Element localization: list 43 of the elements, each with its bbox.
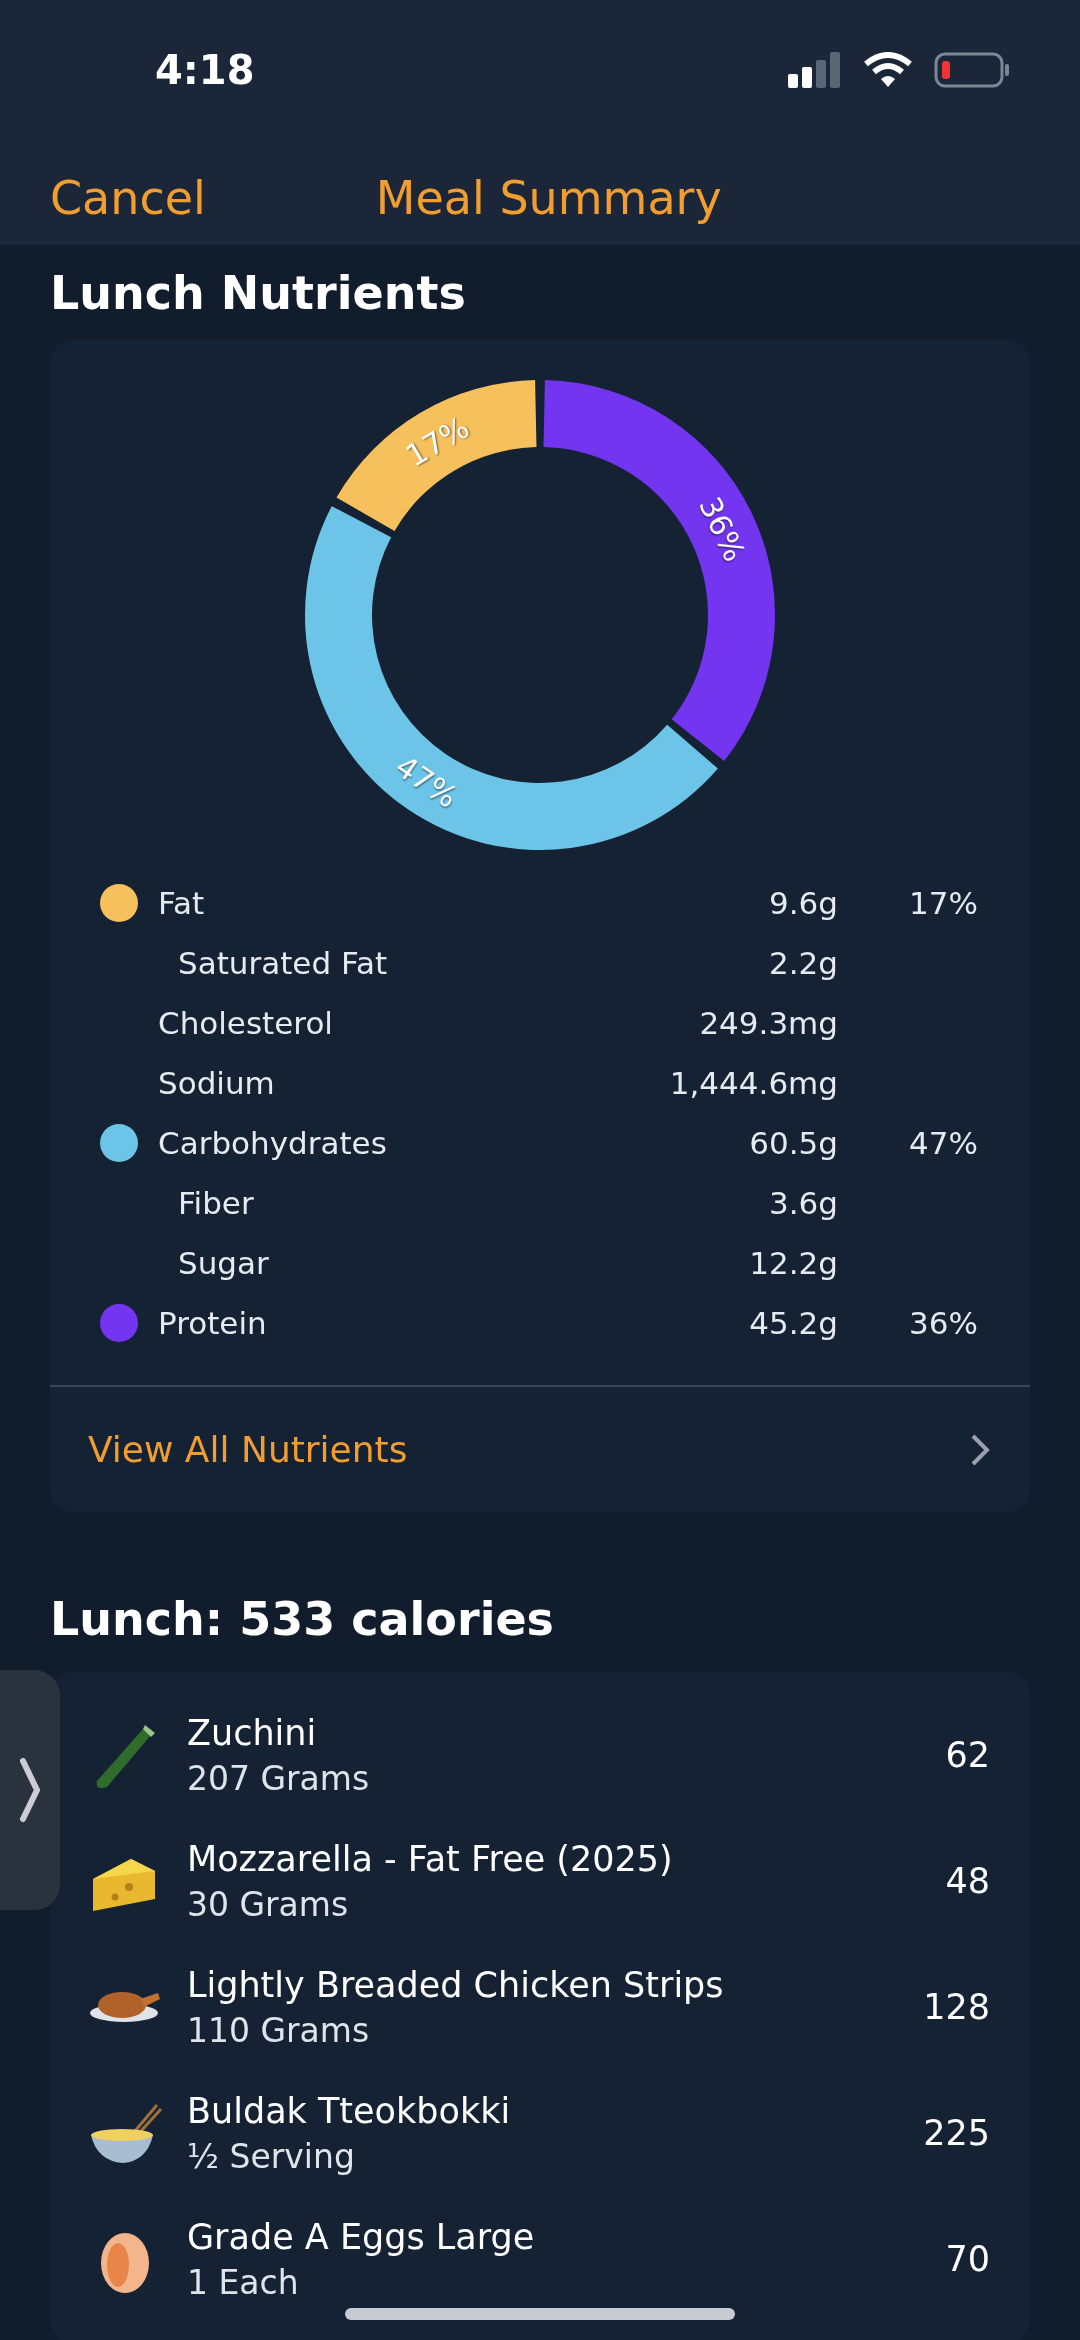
nutrient-amount: 60.5g [748, 1125, 838, 1161]
food-calories: 70 [945, 2239, 990, 2279]
food-amount: 207 Grams [187, 1758, 371, 1798]
status-time: 4:18 [155, 47, 255, 93]
view-all-nutrients-link[interactable]: View All Nutrients [50, 1387, 1030, 1512]
food-name: Mozzarella - Fat Free (2025) [187, 1838, 674, 1879]
nutrient-percent: 47% [908, 1125, 978, 1161]
nutrient-label: Cholesterol [158, 1005, 334, 1041]
slice-label: 36% [692, 491, 753, 567]
section-heading: Lunch Nutrients [50, 264, 467, 322]
nutrient-amount: 12.2g [748, 1245, 838, 1281]
section-heading: Lunch: 533 calories [50, 1591, 555, 1648]
nutrient-percent: 36% [908, 1305, 978, 1341]
nutrient-amount: 2.2g [768, 945, 838, 981]
food-calories: 225 [923, 2113, 990, 2153]
slice-label: 47% [389, 748, 465, 815]
food-name: Buldak Tteokbokki [187, 2090, 512, 2131]
food-name: Grade A Eggs Large [187, 2216, 536, 2257]
nutrient-label: Carbohydrates [158, 1125, 388, 1161]
food-name: Lightly Breaded Chicken Strips [187, 1964, 725, 2005]
food-amount: 1 Each [187, 2262, 300, 2302]
food-amount: 110 Grams [187, 2010, 371, 2050]
nutrient-label: Fiber [177, 1185, 255, 1221]
nutrient-label: Saturated Fat [177, 945, 389, 981]
nutrient-amount: 1,444.6mg [668, 1065, 838, 1101]
food-amount: ½ Serving [187, 2136, 356, 2176]
nutrient-label: Fat [158, 885, 206, 921]
nutrient-percent: 17% [908, 885, 978, 921]
food-calories: 48 [945, 1861, 990, 1901]
food-calories: 128 [923, 1987, 990, 2027]
food-calories: 62 [945, 1735, 990, 1775]
nutrient-amount: 9.6g [768, 885, 838, 921]
food-amount: 30 Grams [187, 1884, 350, 1924]
nutrient-label: Protein [158, 1305, 268, 1341]
nutrient-amount: 3.6g [768, 1185, 838, 1221]
nutrient-label: Sugar [177, 1245, 270, 1281]
cancel-button[interactable]: Cancel [50, 170, 206, 225]
nutrient-label: Sodium [158, 1065, 276, 1101]
nutrient-amount: 249.3mg [698, 1005, 838, 1041]
food-name: Zuchini [187, 1712, 318, 1753]
screen-title: Meal Summary [375, 170, 722, 225]
nutrient-amount: 45.2g [748, 1305, 838, 1341]
slice-label: 17% [399, 409, 476, 474]
